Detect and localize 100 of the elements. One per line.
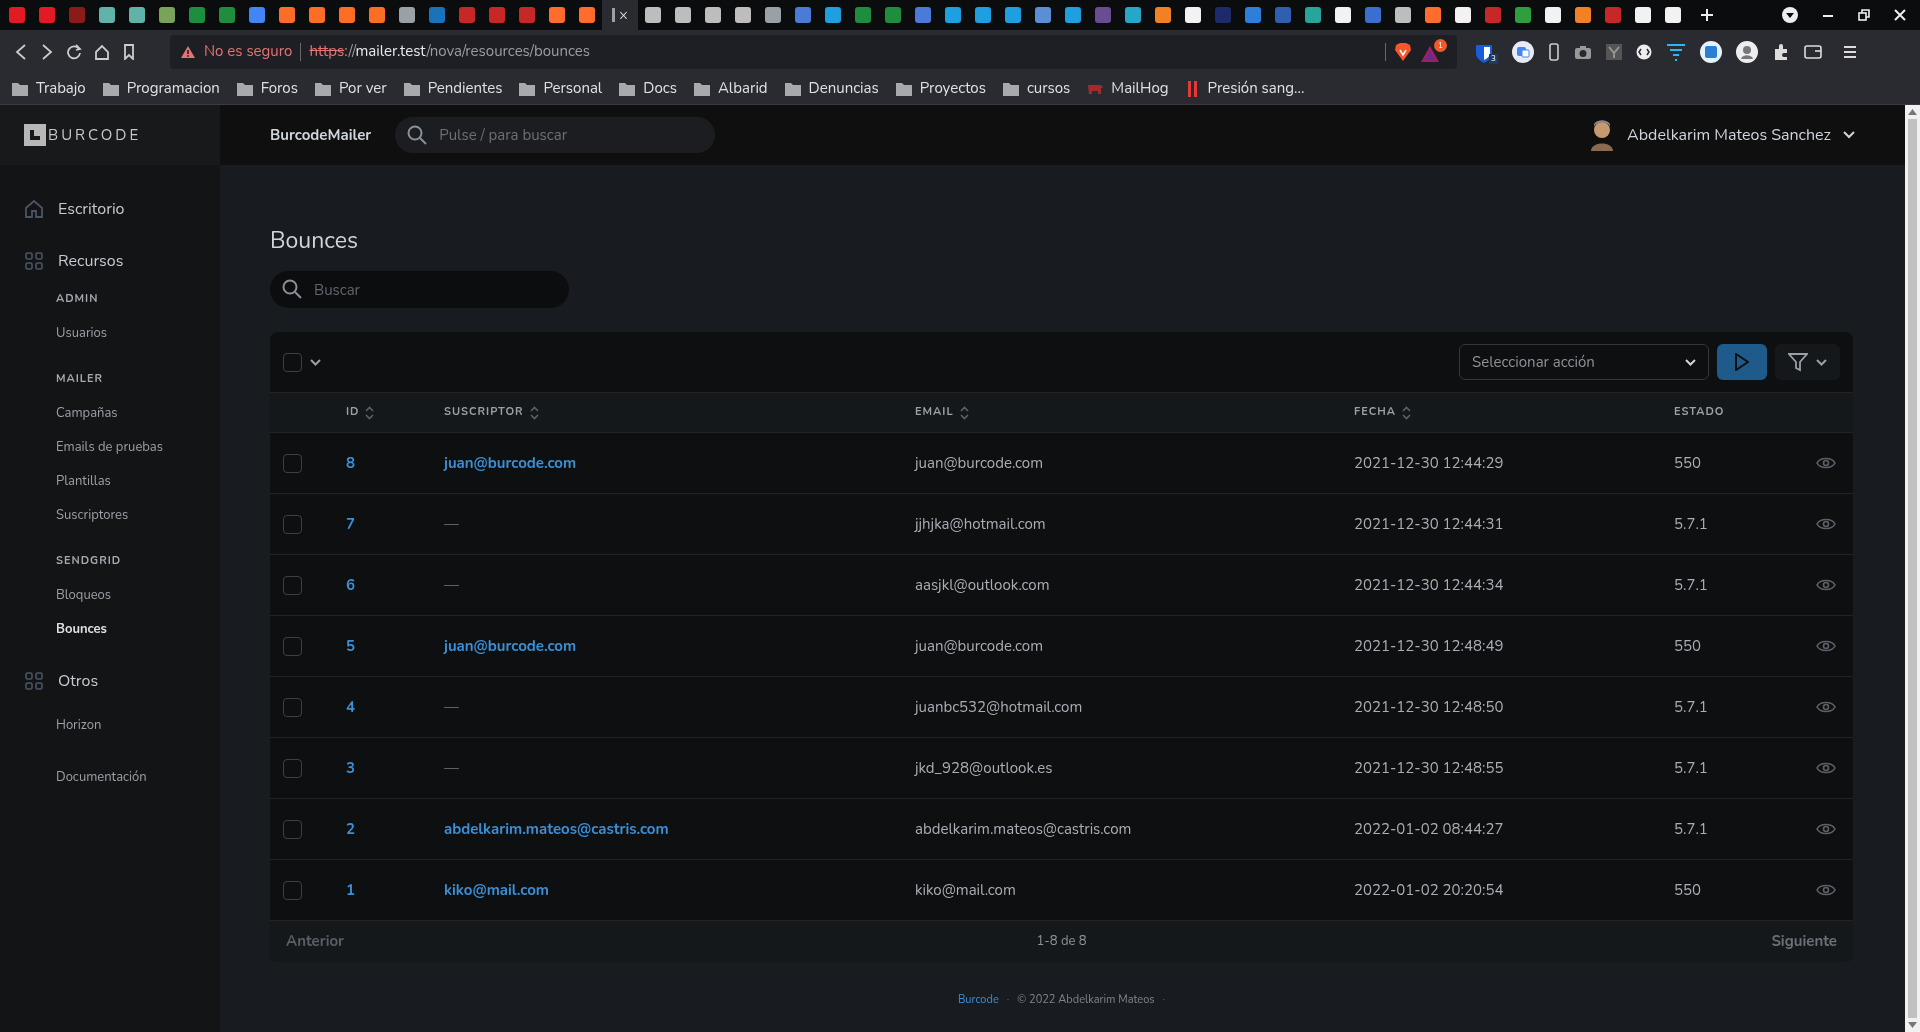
sidebar-item[interactable]: Usuarios	[56, 316, 108, 350]
new-tab-icon[interactable]	[1700, 8, 1714, 22]
sidebar-item[interactable]: Horizon	[56, 708, 102, 742]
sidebar-item[interactable]: Bloqueos	[56, 578, 112, 612]
filter-button[interactable]	[1775, 344, 1840, 380]
scroll-up-icon[interactable]	[1908, 109, 1917, 115]
camera-icon[interactable]	[1573, 43, 1592, 60]
bookmark[interactable]: Proyectos	[895, 77, 986, 100]
folder-icon	[784, 81, 801, 96]
sidebar-item[interactable]: Suscriptores	[56, 498, 129, 532]
user-menu[interactable]: Abdelkarim Mateos Sanchez	[1589, 119, 1855, 151]
security-warning[interactable]: No es seguro	[204, 40, 293, 63]
close-icon[interactable]	[1894, 9, 1906, 21]
folder-icon	[1002, 81, 1019, 96]
y-icon[interactable]	[1605, 43, 1622, 60]
footer-link[interactable]: Burcode	[957, 992, 999, 1009]
reload-icon[interactable]	[66, 43, 82, 60]
row-checkbox[interactable]	[283, 697, 302, 717]
profile-icon[interactable]	[1735, 40, 1758, 63]
forward-icon[interactable]	[40, 43, 54, 60]
column-header[interactable]: SUSCRIPTOR	[444, 404, 539, 421]
subscriber-link[interactable]: kiko@mail.com	[444, 880, 549, 900]
id-link[interactable]: 8	[346, 453, 355, 473]
bookmark[interactable]: Trabajo	[12, 77, 86, 100]
bookmark[interactable]: cursos	[1002, 77, 1071, 100]
address-text[interactable]: https://mailer.test/nova/resources/bounces	[309, 40, 591, 63]
bookmark[interactable]: Personal	[519, 77, 603, 100]
id-link[interactable]: 2	[346, 819, 355, 839]
run-action-button[interactable]	[1717, 344, 1767, 380]
view-icon[interactable]	[1816, 456, 1836, 470]
table-cell: 2021-12-30 12:44:29	[1354, 453, 1504, 473]
code-icon[interactable]	[1635, 43, 1652, 60]
view-icon[interactable]	[1816, 639, 1836, 653]
row-checkbox[interactable]	[283, 514, 302, 534]
table-cell: 5.7.1	[1674, 819, 1708, 839]
row-checkbox[interactable]	[283, 575, 302, 595]
sidebar-link[interactable]: Otros	[58, 669, 99, 693]
bookmark[interactable]: MailHog	[1087, 77, 1169, 100]
subscriber-link[interactable]: abdelkarim.mateos@castris.com	[444, 819, 669, 839]
home-icon[interactable]	[94, 43, 110, 60]
bookmark[interactable]: Denuncias	[784, 77, 879, 100]
translate-icon[interactable]	[1511, 40, 1534, 63]
sidebar-item[interactable]: Documentación	[56, 760, 147, 794]
folder-icon	[895, 81, 912, 96]
bookmark-icon[interactable]	[122, 43, 136, 60]
action-select[interactable]: Seleccionar acción	[1459, 344, 1709, 380]
bookmark[interactable]: Por ver	[314, 77, 387, 100]
view-icon[interactable]	[1816, 822, 1836, 836]
bookmark[interactable]: Foros	[236, 77, 298, 100]
bookmark[interactable]: Docs	[619, 77, 677, 100]
column-header[interactable]: ID	[346, 404, 375, 421]
chevron-down-icon[interactable]	[310, 358, 321, 366]
browser-tab[interactable]: ×	[602, 0, 638, 30]
restore-icon[interactable]	[1858, 9, 1870, 21]
id-link[interactable]: 3	[346, 758, 355, 778]
row-checkbox[interactable]	[283, 453, 302, 473]
id-link[interactable]: 7	[346, 514, 355, 534]
view-icon[interactable]	[1816, 578, 1836, 592]
global-search-field[interactable]: Pulse / para buscar	[395, 117, 716, 153]
bookmark[interactable]: Albarid	[693, 77, 768, 100]
view-icon[interactable]	[1816, 517, 1836, 531]
app-name[interactable]: BurcodeMailer	[270, 123, 372, 147]
id-link[interactable]: 1	[346, 880, 355, 900]
view-icon[interactable]	[1816, 700, 1836, 714]
row-checkbox[interactable]	[283, 758, 302, 778]
id-link[interactable]: 4	[346, 697, 355, 717]
subscriber-link[interactable]: juan@burcode.com	[444, 636, 577, 656]
column-header[interactable]: FECHA	[1354, 404, 1411, 421]
bookmark[interactable]: Programacion	[102, 77, 220, 100]
address-bar[interactable]: No es seguro https://mailer.test/nova/resources/bounces 1	[170, 34, 1457, 69]
sidebar-link[interactable]: Recursos	[58, 249, 124, 273]
scroll-down-icon[interactable]	[1908, 1022, 1917, 1028]
resource-search-field[interactable]: Buscar	[270, 271, 569, 308]
wallet-icon[interactable]	[1803, 42, 1822, 61]
id-link[interactable]: 6	[346, 575, 355, 595]
menu-icon[interactable]	[1841, 43, 1858, 60]
sidebar-item[interactable]: Emails de pruebas	[56, 430, 164, 464]
row-checkbox[interactable]	[283, 880, 302, 900]
row-checkbox[interactable]	[283, 819, 302, 839]
id-link[interactable]: 5	[346, 636, 355, 656]
sidebar-link[interactable]: Escritorio	[58, 197, 125, 221]
dropdown-icon[interactable]	[1782, 7, 1798, 23]
view-icon[interactable]	[1816, 761, 1836, 775]
sidebar-item[interactable]: Bounces	[56, 612, 107, 646]
view-icon[interactable]	[1816, 883, 1836, 897]
select-all-checkbox[interactable]	[283, 352, 302, 372]
subscriber-link[interactable]: juan@burcode.com	[444, 453, 577, 473]
column-header[interactable]: EMAIL	[915, 404, 969, 421]
scrollbar[interactable]	[1905, 105, 1920, 1032]
shield-icon[interactable]	[1475, 43, 1493, 64]
phone-icon[interactable]	[1547, 42, 1560, 61]
sidebar-item[interactable]: Plantillas	[56, 464, 111, 498]
sidebar-item[interactable]: Campañas	[56, 396, 118, 430]
bookmark[interactable]: Presión sang...	[1185, 77, 1305, 100]
bookmark[interactable]: Pendientes	[403, 77, 503, 100]
funnel-icon[interactable]	[1665, 41, 1686, 62]
back-icon[interactable]	[14, 43, 28, 60]
table-cell: abdelkarim.mateos@castris.com	[915, 819, 1132, 839]
row-checkbox[interactable]	[283, 636, 302, 656]
table-cell: 550	[1674, 880, 1701, 900]
